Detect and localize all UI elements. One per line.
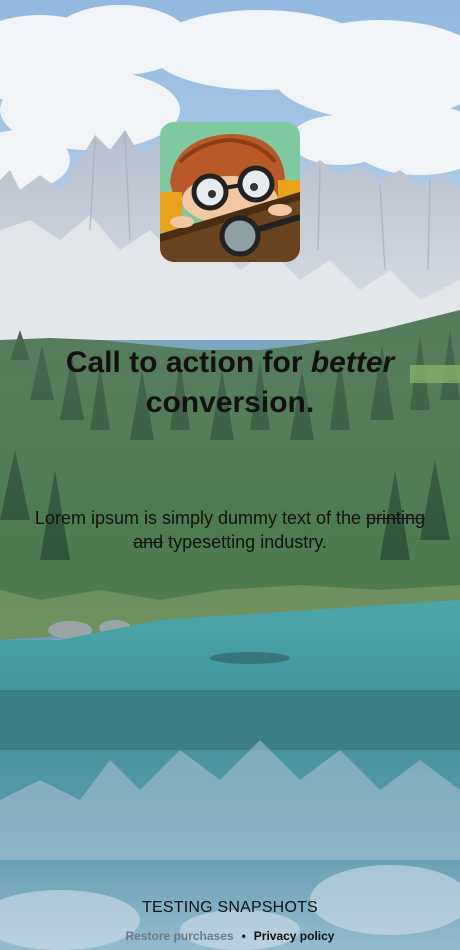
footer-separator: • (241, 929, 246, 943)
privacy-policy-link[interactable]: Privacy policy (254, 929, 335, 943)
headline-text-end: conversion. (145, 386, 315, 419)
headline-text-start: Call to action for (65, 346, 311, 379)
subtitle: Lorem ipsum is simply dummy text of the … (30, 506, 430, 554)
footer-links: Restore purchases • Privacy policy (0, 929, 460, 943)
footer-title: TESTING SNAPSHOTS (142, 899, 318, 916)
subtitle-text-end: typesetting industry. (163, 532, 327, 552)
headline-emphasis: better (310, 346, 395, 379)
headline: Call to action for better conversion. (20, 343, 440, 423)
restore-purchases-link[interactable]: Restore purchases (126, 929, 234, 943)
app-icon (160, 122, 300, 262)
subtitle-text-start: Lorem ipsum is simply dummy text of the (34, 508, 367, 528)
cartoon-kid-magnifier-icon (160, 122, 300, 262)
